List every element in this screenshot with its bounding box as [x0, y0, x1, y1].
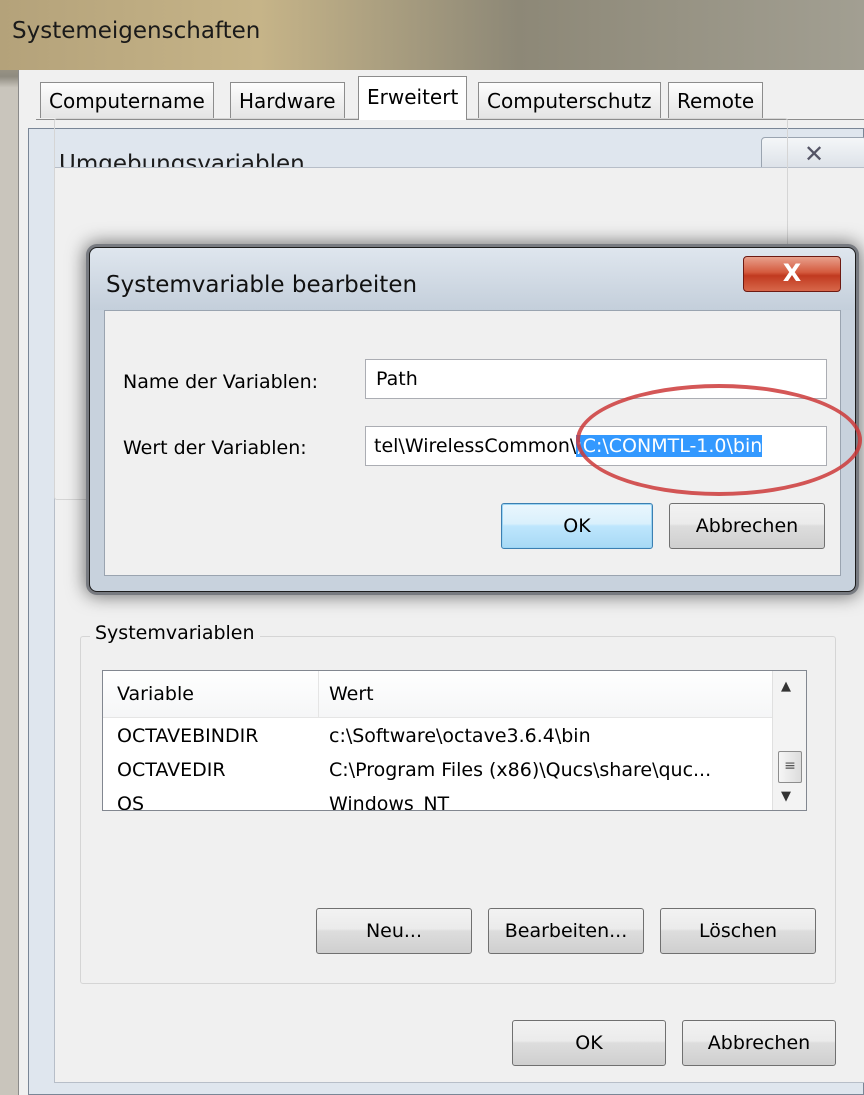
list-header: Variable Wert	[103, 671, 773, 718]
edit-cancel-button[interactable]: Abbrechen	[669, 503, 825, 549]
edit-title-bar: Systemvariable bearbeiten X	[90, 248, 855, 310]
window-title: Systemeigenschaften	[12, 18, 261, 44]
tab-hardware[interactable]: Hardware	[230, 82, 345, 118]
highlight-circle	[576, 384, 862, 496]
tab-erweitert[interactable]: Erweitert	[358, 76, 468, 120]
list-scrollbar[interactable]: ▲ ≡ ▼	[772, 671, 806, 810]
edit-ok-button[interactable]: OK	[501, 503, 653, 549]
table-row[interactable]: OCTAVEBINDIR c:\Software\octave3.6.4\bin	[103, 719, 773, 753]
list-overflow-rows	[103, 784, 773, 810]
edit-close-button[interactable]: X	[743, 256, 841, 292]
new-button[interactable]: Neu...	[316, 908, 472, 954]
ok-button[interactable]: OK	[512, 1020, 666, 1066]
variable-value: C:\Program Files (x86)\Qucs\share\quc...	[329, 759, 712, 781]
variable-name-label: Name der Variablen:	[123, 371, 319, 393]
variable-value: c:\Software\octave3.6.4\bin	[329, 725, 591, 747]
tab-computername[interactable]: Computername	[40, 82, 214, 118]
title-bar: Systemeigenschaften	[0, 0, 864, 70]
cancel-button[interactable]: Abbrechen	[682, 1020, 836, 1066]
variable-name: OCTAVEBINDIR	[117, 725, 259, 747]
column-divider[interactable]	[318, 671, 319, 717]
variable-name: OCTAVEDIR	[117, 759, 226, 781]
table-row[interactable]: OCTAVEDIR C:\Program Files (x86)\Qucs\sh…	[103, 753, 773, 787]
scroll-down-icon[interactable]: ▼	[781, 789, 791, 804]
close-icon: ✕	[803, 140, 825, 168]
value-text: tel\WirelessCommon\	[374, 435, 577, 457]
system-variables-label: Systemvariablen	[90, 622, 260, 644]
variable-value-label: Wert der Variablen:	[123, 437, 307, 459]
scroll-up-icon[interactable]: ▲	[781, 679, 791, 694]
column-header-variable[interactable]: Variable	[117, 683, 194, 705]
tab-computerschutz[interactable]: Computerschutz	[478, 82, 661, 118]
column-header-value[interactable]: Wert	[329, 683, 374, 705]
edit-button[interactable]: Bearbeiten...	[488, 908, 644, 954]
variable-name-value: Path	[376, 368, 418, 390]
close-icon: X	[782, 259, 802, 287]
edit-dialog-title: Systemvariable bearbeiten	[106, 272, 418, 298]
delete-button[interactable]: Löschen	[660, 908, 816, 954]
scroll-thumb[interactable]: ≡	[778, 751, 802, 783]
tab-remote[interactable]: Remote	[668, 82, 764, 118]
